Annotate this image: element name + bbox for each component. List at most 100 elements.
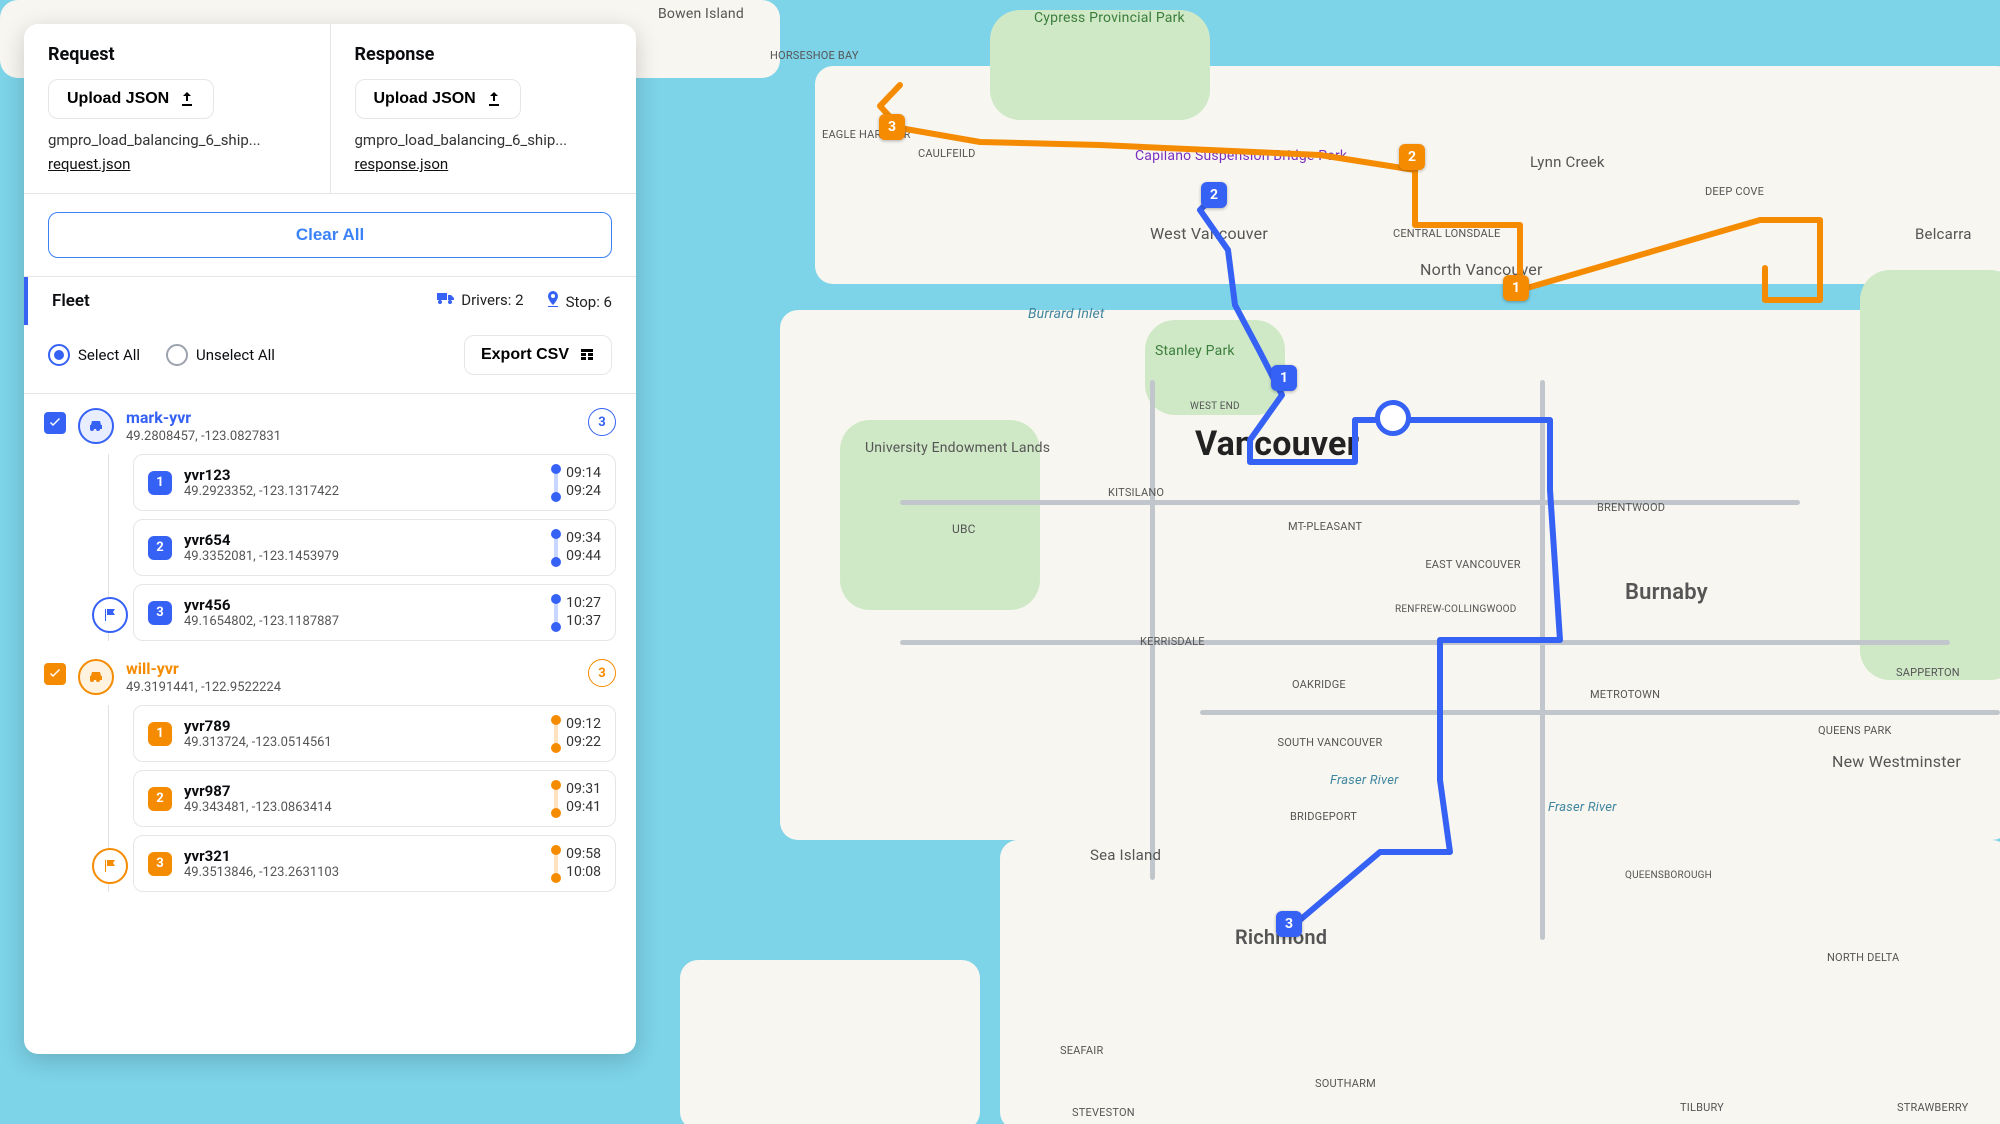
upload-icon (486, 91, 502, 107)
stop-depart: 09:41 (566, 799, 601, 817)
map-label: STEVESTON (1072, 1106, 1135, 1119)
driver-name[interactable]: will-yvr (126, 659, 281, 678)
map-label: OAKRIDGE (1292, 678, 1346, 691)
map-label: SOUTHARM (1315, 1077, 1376, 1090)
map-label: University Endowment Lands (865, 440, 995, 456)
stop-depart: 10:37 (566, 613, 601, 631)
stops-list: 1yvr12349.2923352, -123.131742209:1409:2… (108, 454, 616, 641)
stop-item[interactable]: 3yvr45649.1654802, -123.118788710:2710:3… (133, 584, 616, 641)
clear-all-button[interactable]: Clear All (48, 212, 612, 258)
stop-arrive: 09:12 (566, 716, 601, 734)
select-all-radio[interactable]: Select All (48, 344, 140, 366)
car-icon (78, 659, 114, 695)
map-marker-orange[interactable]: 2 (1399, 144, 1425, 170)
map-label: RENFREW-COLLINGWOOD (1395, 604, 1517, 615)
stop-item[interactable]: 2yvr65449.3352081, -123.145397909:3409:4… (133, 519, 616, 576)
map-label: TILBURY (1680, 1101, 1724, 1114)
map-label: BRIDGEPORT (1290, 810, 1357, 823)
map-marker-orange[interactable]: 3 (879, 114, 905, 140)
truck-icon (437, 291, 455, 305)
stop-item[interactable]: 2 yvr98749.343481, -123.0863414 09:3109:41 (133, 770, 616, 827)
upload-response-label: Upload JSON (374, 90, 476, 108)
stop-item[interactable]: 3yvr32149.3513846, -123.263110309:5810:0… (133, 835, 616, 892)
stop-number: 3 (148, 852, 172, 876)
uploads-row: Request Upload JSON gmpro_load_balancing… (24, 24, 636, 194)
map-label: Sea Island (1090, 846, 1161, 864)
fleet-stats: Drivers: 2 Stop: 6 (437, 291, 612, 311)
driver-coords: 49.2808457, -123.0827831 (126, 429, 281, 444)
time-bar (554, 598, 558, 628)
map-label: Cypress Provincial Park (1034, 10, 1185, 26)
map-label: METROTOWN (1590, 688, 1660, 701)
map-label: Lynn Creek (1530, 153, 1605, 171)
export-csv-button[interactable]: Export CSV (464, 335, 612, 375)
stop-depart: 10:08 (566, 864, 601, 882)
table-icon (579, 347, 595, 363)
stop-number: 2 (148, 787, 172, 811)
response-file-link[interactable]: response.json (355, 155, 613, 173)
request-file-link[interactable]: request.json (48, 155, 306, 173)
stop-item[interactable]: 1yvr12349.2923352, -123.131742209:1409:2… (133, 454, 616, 511)
drivers-list: mark-yvr 49.2808457, -123.0827831 3 1yvr123… (24, 394, 636, 1054)
driver-checkbox[interactable] (44, 663, 66, 685)
time-bar (554, 468, 558, 498)
map-label: SOUTH VANCOUVER (1275, 736, 1385, 749)
map-marker-blue[interactable]: 1 (1271, 365, 1297, 391)
map-label: Fraser River (1330, 773, 1399, 788)
map-label: New Westminster (1832, 752, 1982, 771)
map-label: EAST VANCOUVER (1418, 558, 1528, 571)
unselect-all-radio[interactable]: Unselect All (166, 344, 275, 366)
map-label: West Vancouver (1150, 224, 1268, 243)
map-label: DEEP COVE (1705, 185, 1764, 198)
end-flag-icon (92, 848, 128, 884)
map-marker-orange[interactable]: 1 (1503, 275, 1529, 301)
map-label: Stanley Park (1155, 343, 1235, 359)
map-label: SAPPERTON (1896, 666, 1960, 679)
stop-arrive: 09:58 (566, 846, 601, 864)
response-file-desc: gmpro_load_balancing_6_ship... (355, 131, 613, 149)
stop-number: 1 (148, 471, 172, 495)
driver-coords: 49.3191441, -122.9522224 (126, 680, 281, 695)
time-bar (554, 719, 558, 749)
upload-icon (179, 91, 195, 107)
time-bar (554, 533, 558, 563)
stop-coords: 49.313724, -123.0514561 (184, 735, 332, 750)
driver-checkbox[interactable] (44, 412, 66, 434)
response-column: Response Upload JSON gmpro_load_balancin… (331, 24, 637, 193)
stop-depart: 09:44 (566, 548, 601, 566)
upload-response-button[interactable]: Upload JSON (355, 79, 521, 119)
map-marker-blue[interactable]: 2 (1201, 182, 1227, 208)
car-icon (78, 408, 114, 444)
stop-number: 3 (148, 601, 172, 625)
select-row: Select All Unselect All Export CSV (24, 325, 636, 394)
request-file-desc: gmpro_load_balancing_6_ship... (48, 131, 306, 149)
stop-coords: 49.343481, -123.0863414 (184, 800, 332, 815)
map-label: QUEENSBOROUGH (1625, 870, 1712, 881)
clear-row: Clear All (24, 194, 636, 277)
control-panel: Request Upload JSON gmpro_load_balancing… (24, 24, 636, 1054)
request-title: Request (48, 44, 306, 65)
map-label: Capilano Suspension Bridge Park (1135, 148, 1315, 164)
map-label: CAULFEILD (918, 147, 976, 160)
stop-item[interactable]: 1yvr78949.313724, -123.051456109:1209:22 (133, 705, 616, 762)
stop-arrive: 09:31 (566, 781, 601, 799)
upload-request-button[interactable]: Upload JSON (48, 79, 214, 119)
driver-name[interactable]: mark-yvr (126, 408, 281, 427)
stop-arrive: 09:14 (566, 465, 601, 483)
stop-name: yvr987 (184, 782, 332, 800)
driver-mark-yvr: mark-yvr 49.2808457, -123.0827831 3 1yvr123… (44, 408, 616, 641)
upload-request-label: Upload JSON (67, 90, 169, 108)
radio-group: Select All Unselect All (48, 344, 275, 366)
map-label: Bowen Island (658, 6, 744, 22)
map-marker-blue[interactable]: 3 (1276, 911, 1302, 937)
stop-arrive: 10:27 (566, 595, 601, 613)
driver-stop-count: 3 (588, 408, 616, 436)
stops-stat: Stop: 6 (546, 291, 612, 311)
time-bar (554, 849, 558, 879)
unselect-all-label: Unselect All (196, 346, 275, 364)
stop-coords: 49.1654802, -123.1187887 (184, 614, 339, 629)
pin-icon (546, 291, 560, 307)
map-label: SEAFAIR (1060, 1044, 1103, 1057)
time-bar (554, 784, 558, 814)
request-column: Request Upload JSON gmpro_load_balancing… (24, 24, 331, 193)
